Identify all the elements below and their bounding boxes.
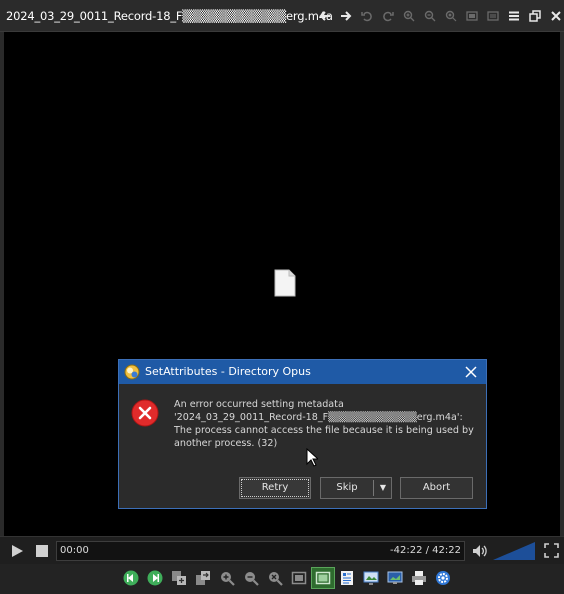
playback-bar: 00:00 -42:22 / 42:22 [0,536,564,564]
message-line: '2024_03_29_0011_Record-18_F▒▒▒▒▒▒▒▒▒▒▒▒… [174,412,463,423]
directory-opus-icon [124,364,140,380]
message-line: An error occurred setting metadata [174,399,344,410]
seek-bar[interactable]: 00:00 -42:22 / 42:22 [56,541,465,561]
viewer-window: 2024_03_29_0011_Record-18_F▒▒▒▒▒▒▒▒▒▒▒▒e… [0,0,564,594]
volume-icon[interactable] [472,543,488,559]
slideshow-icon[interactable] [359,567,383,589]
rotate-left-icon[interactable] [356,7,377,25]
document-file-icon [274,269,296,297]
error-message: An error occurred setting metadata '2024… [174,398,479,450]
restore-icon[interactable] [524,7,545,25]
dialog-title: SetAttributes - Directory Opus [145,365,311,378]
bottom-toolbar [0,564,564,594]
dialog-close-button[interactable] [462,363,480,381]
zoom-in-icon[interactable] [398,7,419,25]
add-to-collection-icon[interactable] [167,567,191,589]
dialog-title-bar[interactable]: SetAttributes - Directory Opus [119,360,486,384]
close-icon [465,366,477,378]
right-frame-edge [560,32,564,536]
title-bar: 2024_03_29_0011_Record-18_F▒▒▒▒▒▒▒▒▒▒▒▒e… [0,0,564,32]
print-icon[interactable] [407,567,431,589]
previous-icon[interactable] [119,567,143,589]
error-icon [131,399,159,427]
stop-icon[interactable] [36,545,48,557]
settings-icon[interactable] [431,567,455,589]
abort-button[interactable]: Abort [400,477,473,499]
fit-window-icon[interactable] [461,7,482,25]
fit-icon[interactable] [287,567,311,589]
fit-window-icon[interactable] [311,567,335,589]
zoom-out-icon[interactable] [419,7,440,25]
skip-button[interactable]: Skip ▼ [320,477,392,499]
menu-icon[interactable] [503,7,524,25]
title-toolbar [314,7,564,25]
fullscreen-icon[interactable] [544,543,559,558]
play-icon[interactable] [10,544,24,558]
message-line: another process. (32) [174,438,278,449]
zoom-reset-icon[interactable] [263,567,287,589]
volume-slider[interactable] [493,542,535,560]
error-dialog: SetAttributes - Directory Opus An error … [118,359,487,509]
set-wallpaper-icon[interactable] [383,567,407,589]
mouse-cursor-icon [306,448,318,467]
current-time: 00:00 [60,545,89,556]
close-icon[interactable] [545,7,564,25]
retry-button[interactable]: Retry [239,477,311,499]
time-remaining-total: -42:22 / 42:22 [390,545,461,556]
info-icon[interactable] [335,567,359,589]
zoom-fit-icon[interactable] [440,7,461,25]
message-line: The process cannot access the file becau… [174,425,474,436]
chevron-down-icon[interactable]: ▼ [374,478,392,498]
back-arrow-icon[interactable] [314,7,335,25]
full-size-icon[interactable] [482,7,503,25]
rotate-right-icon[interactable] [377,7,398,25]
forward-arrow-icon[interactable] [335,7,356,25]
skip-button-label: Skip [336,482,358,493]
zoom-in-icon[interactable] [215,567,239,589]
copy-to-icon[interactable] [191,567,215,589]
next-icon[interactable] [143,567,167,589]
zoom-out-icon[interactable] [239,567,263,589]
window-title: 2024_03_29_0011_Record-18_F▒▒▒▒▒▒▒▒▒▒▒▒e… [6,9,333,23]
